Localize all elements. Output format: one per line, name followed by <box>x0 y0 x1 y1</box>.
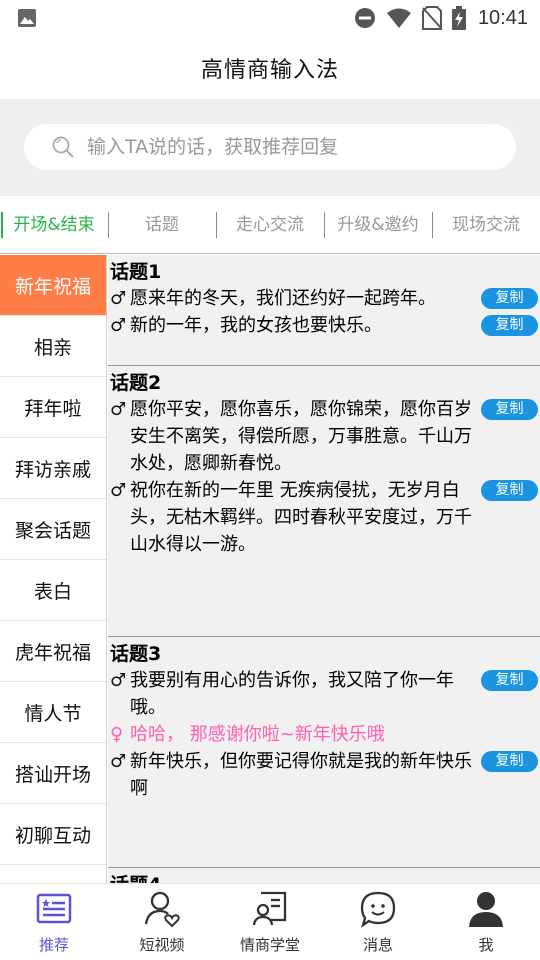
male-symbol: ♂ <box>110 480 127 501</box>
no-sim-icon <box>421 6 442 30</box>
topic-title: 话题1 <box>110 261 162 283</box>
topic-card: 话题1 ♂ 愿来年的冬天，我们还约好一起跨年。 复制 ♂ 新的一年，我的女孩也要… <box>108 255 540 366</box>
reply-entry: ♂ 新年快乐，但你要记得你就是我的新年快乐啊 复制 <box>110 748 538 802</box>
status-icons: 10:41 <box>354 4 528 32</box>
search-icon <box>52 136 74 158</box>
do-not-disturb-icon <box>354 8 375 28</box>
reply-entry: ♂ 愿你平安，愿你喜乐，愿你锦荣，愿你百岁安生不离笑，得偿所愿，万事胜意。千山万… <box>110 396 538 477</box>
male-symbol: ♂ <box>110 670 127 691</box>
topic-card: 话题4 <box>108 868 540 883</box>
search-area <box>0 99 540 196</box>
reply-text: 愿来年的冬天，我们还约好一起跨年。 <box>130 288 436 309</box>
copy-button[interactable]: 复制 <box>481 399 538 420</box>
reply-entry: ♂ 愿来年的冬天，我们还约好一起跨年。 复制 <box>110 285 538 312</box>
copy-button[interactable]: 复制 <box>481 288 538 309</box>
search-input[interactable] <box>87 136 467 158</box>
wifi-icon <box>386 8 411 28</box>
menu-item-visit-relatives[interactable]: 拜访亲戚 <box>0 438 106 499</box>
menu-item-new-year-wishes[interactable]: 新年祝福 <box>0 255 106 316</box>
nav-label: 消息 <box>362 936 393 954</box>
app-header: 高情商输入法 <box>0 36 540 99</box>
message-icon <box>360 891 396 928</box>
tab-on-site[interactable]: 现场交流 <box>432 211 540 238</box>
topic-title: 话题2 <box>110 372 162 394</box>
tab-topics[interactable]: 话题 <box>108 211 216 238</box>
gallery-icon <box>18 9 36 27</box>
status-time: 10:41 <box>477 6 528 29</box>
topic-card: 话题3 ♂ 我要别有用心的告诉你，我又陪了你一年哦。 复制 ♀ 哈哈， 那感谢你… <box>108 637 540 868</box>
topic-list: 话题1 ♂ 愿来年的冬天，我们还约好一起跨年。 复制 ♂ 新的一年，我的女孩也要… <box>108 255 540 883</box>
reply-text: 愿你平安，愿你喜乐，愿你锦荣，愿你百岁安生不离笑，得偿所愿，万事胜意。千山万水处… <box>130 399 472 474</box>
male-symbol: ♂ <box>110 751 127 772</box>
copy-button[interactable]: 复制 <box>481 480 538 501</box>
reply-text: 哈哈， 那感谢你啦~新年快乐哦 <box>130 724 385 745</box>
short-video-icon <box>144 891 180 928</box>
battery-charging-icon <box>451 6 466 30</box>
menu-item-blind-date[interactable]: 相亲 <box>0 316 106 377</box>
menu-item-valentines[interactable]: 情人节 <box>0 682 106 743</box>
reply-text: 新年快乐，但你要记得你就是我的新年快乐啊 <box>130 751 472 799</box>
menu-item-party-topics[interactable]: 聚会话题 <box>0 499 106 560</box>
menu-item-first-chat[interactable]: 初聊互动 <box>0 804 106 865</box>
menu-item-tiger-year[interactable]: 虎年祝福 <box>0 621 106 682</box>
scenario-menu: 新年祝福 相亲 拜年啦 拜访亲戚 聚会话题 表白 虎年祝福 情人节 搭讪开场 初… <box>0 255 107 883</box>
nav-label: 推荐 <box>38 936 69 954</box>
female-symbol: ♀ <box>110 724 124 745</box>
male-symbol: ♂ <box>110 288 127 309</box>
status-bar: 10:41 <box>0 0 540 36</box>
menu-item-new-year-greeting[interactable]: 拜年啦 <box>0 377 106 438</box>
nav-profile[interactable]: 我 <box>432 884 540 960</box>
tab-opening-ending[interactable]: 开场&结束 <box>0 211 108 238</box>
bottom-nav: 推荐 短视频 情商学堂 消息 我 <box>0 883 540 960</box>
profile-icon <box>469 892 503 927</box>
reply-entry-female: ♀ 哈哈， 那感谢你啦~新年快乐哦 <box>110 721 538 748</box>
category-tabs: 开场&结束 话题 走心交流 升级&邀约 现场交流 <box>0 196 540 254</box>
menu-item-pickup-opening[interactable]: 搭讪开场 <box>0 743 106 804</box>
topic-title: 话题4 <box>110 872 538 883</box>
app-title: 高情商输入法 <box>200 57 339 83</box>
reply-entry: ♂ 我要别有用心的告诉你，我又陪了你一年哦。 复制 <box>110 667 538 721</box>
topic-card: 话题2 ♂ 愿你平安，愿你喜乐，愿你锦荣，愿你百岁安生不离笑，得偿所愿，万事胜意… <box>108 366 540 637</box>
recommend-icon <box>36 893 72 924</box>
nav-label: 情商学堂 <box>239 936 300 954</box>
nav-label: 我 <box>478 936 494 954</box>
reply-entry: ♂ 祝你在新的一年里 无疾病侵扰，无岁月白头，无枯木羁绊。四时春秋平安度过，万千… <box>110 477 538 558</box>
reply-text: 新的一年，我的女孩也要快乐。 <box>130 315 382 336</box>
copy-button[interactable]: 复制 <box>481 670 538 691</box>
menu-item-confession[interactable]: 表白 <box>0 560 106 621</box>
nav-messages[interactable]: 消息 <box>324 884 432 960</box>
copy-button[interactable]: 复制 <box>481 315 538 336</box>
search-box[interactable] <box>24 124 516 170</box>
male-symbol: ♂ <box>110 399 127 420</box>
nav-eq-school[interactable]: 情商学堂 <box>216 884 324 960</box>
tab-upgrade-invite[interactable]: 升级&邀约 <box>324 211 432 238</box>
reply-entry: ♂ 新的一年，我的女孩也要快乐。 复制 <box>110 312 538 339</box>
nav-short-video[interactable]: 短视频 <box>108 884 216 960</box>
topic-title: 话题3 <box>110 643 162 665</box>
eq-school-icon <box>252 891 287 926</box>
reply-text: 我要别有用心的告诉你，我又陪了你一年哦。 <box>130 670 454 718</box>
male-symbol: ♂ <box>110 315 127 336</box>
nav-label: 短视频 <box>139 936 185 954</box>
nav-recommend[interactable]: 推荐 <box>0 884 108 960</box>
reply-text: 祝你在新的一年里 无疾病侵扰，无岁月白头，无枯木羁绊。四时春秋平安度过，万千山水… <box>130 480 472 555</box>
tab-heart-talk[interactable]: 走心交流 <box>216 211 324 238</box>
copy-button[interactable]: 复制 <box>481 751 538 772</box>
